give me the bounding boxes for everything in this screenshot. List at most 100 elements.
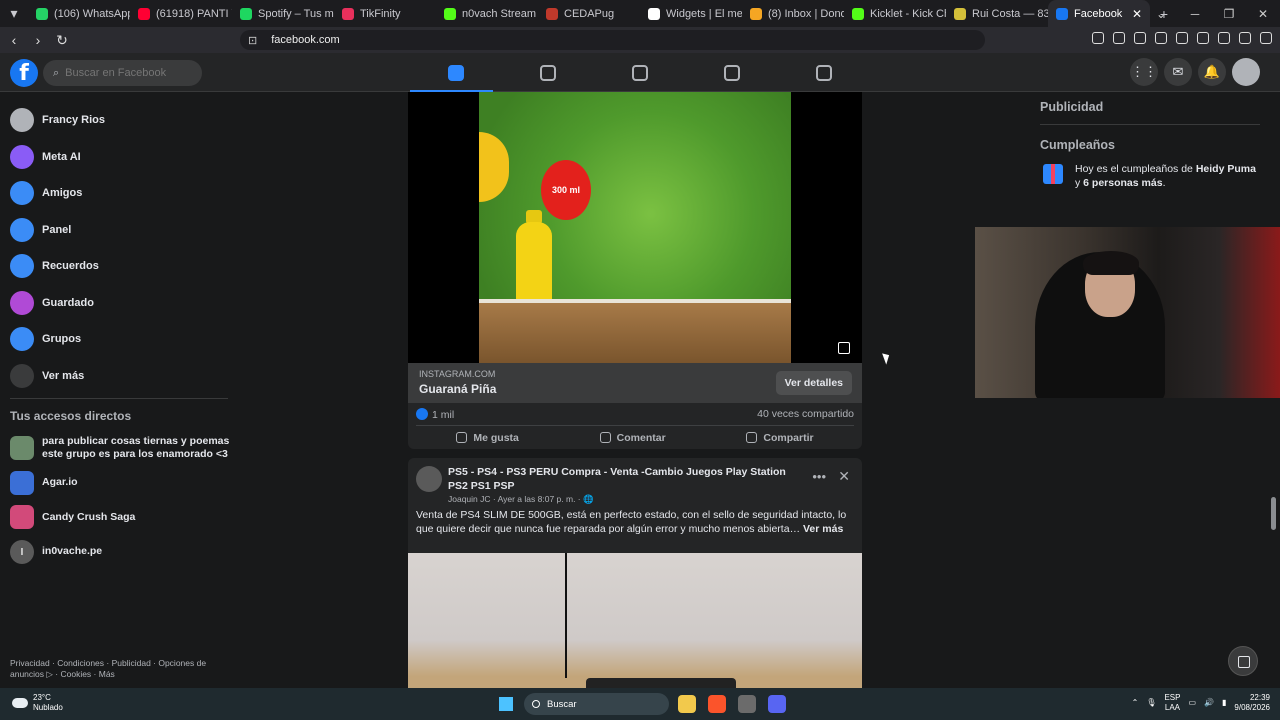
minimize-button[interactable]: ─ [1178, 7, 1212, 21]
browser-tab[interactable]: TikFinity [334, 0, 436, 27]
tab-label: CEDAPug [564, 7, 615, 20]
sidebar-item[interactable]: Francy Rios [0, 102, 240, 139]
close-post-button[interactable]: ✕ [838, 468, 850, 485]
discord-icon[interactable] [768, 695, 786, 713]
sidebar-item[interactable]: Panel [0, 212, 240, 249]
browser-tab[interactable]: n0vach Stream - W [436, 0, 538, 27]
menu-icon[interactable] [1260, 32, 1272, 44]
birthday-person[interactable]: Heidy Puma [1196, 163, 1256, 175]
wallet-icon[interactable] [1197, 32, 1209, 44]
leo-icon[interactable] [1218, 32, 1230, 44]
browser-tab[interactable]: Widgets | El mejor [640, 0, 742, 27]
taskbar-search[interactable]: Buscar [524, 693, 669, 715]
browser-tab[interactable]: (61918) PANTI Y C [130, 0, 232, 27]
notifications-button[interactable]: 🔔 [1198, 58, 1226, 86]
close-tab-icon[interactable]: ✕ [1132, 7, 1142, 21]
chevron-up-icon[interactable]: ⌃ [1132, 698, 1139, 708]
brave-browser-icon[interactable] [708, 695, 726, 713]
browser-tab[interactable]: Kicklet - Kick Chat [844, 0, 946, 27]
forward-button[interactable]: › [28, 32, 48, 48]
extension-icon[interactable] [1092, 32, 1104, 44]
tab-home[interactable] [410, 53, 502, 93]
tab-groups[interactable] [686, 53, 778, 92]
sidebar-item[interactable]: Recuerdos [0, 248, 240, 285]
post-meta: Joaquin JC · Ayer a las 8:07 p. m. · 🌐 [448, 494, 594, 504]
sidebar-item[interactable]: Grupos [0, 321, 240, 358]
back-button[interactable]: ‹ [4, 32, 24, 48]
browser-tab[interactable]: Facebook ✕ [1048, 0, 1150, 27]
browser-tab[interactable]: Spotify – Tus me g [232, 0, 334, 27]
see-more-link[interactable]: Ver más [803, 523, 843, 535]
tab-marketplace[interactable] [594, 53, 686, 92]
post-time[interactable]: Ayer a las 8:07 p. m. [498, 494, 576, 504]
thumbs-up-icon [456, 431, 468, 443]
clock[interactable]: 22:39 9/08/2026 [1234, 693, 1270, 713]
network-icon[interactable]: ▭ [1188, 698, 1196, 708]
share-button[interactable]: Compartir [746, 431, 814, 444]
comment-button[interactable]: Comentar [599, 431, 666, 444]
sidebar-item[interactable]: Meta AI [0, 139, 240, 176]
facebook-search[interactable]: ⌕ [43, 60, 202, 86]
profile-avatar-button[interactable] [1232, 58, 1260, 86]
vpn-icon[interactable] [1239, 32, 1251, 44]
tab-video[interactable] [502, 53, 594, 92]
author-name[interactable]: Joaquin JC [448, 494, 491, 504]
search-input[interactable] [65, 67, 196, 79]
sidebar-item-label: Guardado [42, 296, 94, 309]
file-explorer-icon[interactable] [678, 695, 696, 713]
post-video[interactable]: 300 ml [408, 92, 862, 363]
mute-icon[interactable] [838, 342, 850, 354]
shortcut-item[interactable]: para publicar cosas tiernas y poemas est… [0, 431, 240, 466]
url-field[interactable]: ⊡ facebook.com [240, 30, 985, 50]
chrome-browser-icon[interactable] [738, 695, 756, 713]
shortcut-item[interactable]: Agar.io [0, 466, 240, 501]
mic-icon[interactable]: 🎙 [1146, 698, 1156, 708]
windows-start-button[interactable] [499, 697, 513, 711]
new-message-button[interactable] [1228, 646, 1258, 676]
more-options-button[interactable]: ••• [812, 469, 826, 484]
tab-gaming[interactable] [778, 53, 870, 92]
globe-icon: 🌐 [583, 494, 594, 504]
tab-search-icon[interactable]: ⌄ [1144, 7, 1178, 21]
browser-tab[interactable]: Rui Costa — 83 OV [946, 0, 1048, 27]
browser-tab[interactable]: CEDAPug [538, 0, 640, 27]
maximize-button[interactable]: ❐ [1212, 7, 1246, 21]
sidebar-icon[interactable] [1176, 32, 1188, 44]
birthday-others[interactable]: 6 personas más [1083, 177, 1162, 189]
group-avatar[interactable] [416, 466, 442, 492]
like-button[interactable]: Me gusta [456, 431, 519, 444]
sidebar-item[interactable]: Amigos [0, 175, 240, 212]
birthday-notice[interactable]: Hoy es el cumpleaños de Heidy Puma y 6 p… [1040, 162, 1260, 190]
post-photo[interactable] [408, 553, 862, 688]
bookmark-icon[interactable]: ⊡ [248, 34, 257, 47]
weather-widget[interactable]: 23°C Nublado [12, 693, 63, 713]
likes-count: 1 mil [432, 408, 455, 421]
details-button[interactable]: Ver detalles [775, 371, 852, 395]
language-indicator[interactable]: ESP LAA [1164, 693, 1180, 713]
extension-icon[interactable] [1113, 32, 1125, 44]
extension-icon[interactable] [1155, 32, 1167, 44]
link-preview[interactable]: INSTAGRAM.COM Guaraná Piña Ver detalles [408, 363, 862, 403]
volume-icon[interactable]: 🔊 [1204, 698, 1214, 708]
facebook-logo[interactable]: f [10, 59, 38, 87]
birthdays-heading: Cumpleaños [1040, 138, 1116, 152]
browser-tab[interactable]: (8) Inbox | Donoclip [742, 0, 844, 27]
download-icon[interactable] [1134, 32, 1146, 44]
shortcut-item[interactable]: Candy Crush Saga [0, 500, 240, 535]
reload-button[interactable]: ↻ [52, 32, 72, 49]
reaction-count[interactable]: 1 mil [416, 407, 455, 421]
shares-count[interactable]: 40 veces compartido [757, 408, 854, 420]
shortcut-item[interactable]: Iin0vache.pe [0, 535, 240, 570]
browser-tab[interactable]: (106) WhatsApp [28, 0, 130, 27]
menu-grid-button[interactable]: ⋮⋮ [1130, 58, 1158, 86]
messenger-button[interactable]: ✉ [1164, 58, 1192, 86]
post-card: 300 ml INSTAGRAM.COM Guaraná Piña Ver de… [408, 92, 862, 449]
battery-icon[interactable]: ▮ [1222, 698, 1226, 708]
sidebar-item[interactable]: Ver más [0, 358, 240, 395]
page-scrollbar[interactable] [1271, 497, 1276, 530]
sidebar-item[interactable]: Guardado [0, 285, 240, 322]
group-name[interactable]: PS5 - PS4 - PS3 PERU Compra - Venta -Cam… [448, 465, 798, 493]
close-window-button[interactable]: ✕ [1246, 7, 1280, 21]
footer-links[interactable]: Privacidad · Condiciones · Publicidad · … [10, 658, 225, 680]
tab-actions-icon[interactable]: ▾ [0, 5, 28, 22]
